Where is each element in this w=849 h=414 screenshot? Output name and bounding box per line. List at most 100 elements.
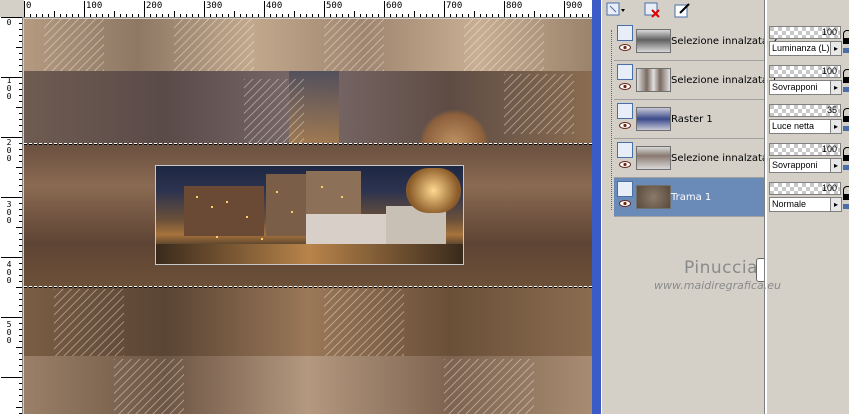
- ruler-tick: [402, 14, 403, 17]
- vertical-scrollbar[interactable]: [592, 0, 601, 414]
- new-layer-icon[interactable]: [604, 1, 626, 19]
- ruler-tick: [432, 14, 433, 17]
- ruler-tick: [19, 251, 22, 252]
- layer-row[interactable]: Raster 1: [614, 100, 765, 139]
- ruler-tick: [222, 14, 223, 17]
- ruler-tick: [354, 11, 355, 17]
- visibility-eye-icon[interactable]: [619, 83, 631, 90]
- ruler-tick: [19, 341, 22, 342]
- ruler-tick: [19, 143, 22, 144]
- ruler-tick: [504, 1, 505, 17]
- ruler-tick: [19, 239, 22, 240]
- blend-mode-arrow-icon[interactable]: ▸: [830, 197, 842, 212]
- visibility-eye-icon[interactable]: [619, 161, 631, 168]
- ruler-tick: [19, 23, 22, 24]
- opacity-slider[interactable]: 100: [769, 143, 841, 156]
- layer-name: Selezione innalzata 1: [671, 75, 778, 86]
- lock-icon: [843, 116, 849, 122]
- layer-properties: 100 Normale ▸: [766, 180, 849, 219]
- ruler-label: 4 0 0: [6, 260, 12, 285]
- group-link-icon[interactable]: [843, 165, 849, 170]
- layer-row[interactable]: Selezione innalzata 2: [614, 22, 778, 61]
- ruler-label: 100: [86, 1, 103, 11]
- delete-layer-icon[interactable]: [642, 1, 664, 19]
- visibility-eye-icon[interactable]: [619, 122, 631, 129]
- window-light: [261, 238, 263, 240]
- layer-row-selected[interactable]: Trama 1: [614, 178, 765, 217]
- blend-mode-select[interactable]: Normale: [769, 197, 831, 212]
- ruler-tick: [30, 14, 31, 17]
- ruler-tick: [19, 389, 22, 390]
- building: [184, 186, 264, 236]
- layer-type-icon: [617, 103, 633, 119]
- window-light: [341, 196, 343, 198]
- ruler-tick: [19, 89, 22, 90]
- ruler-tick: [19, 209, 22, 210]
- group-link-icon[interactable]: [843, 204, 849, 209]
- window-light: [276, 191, 278, 193]
- image-canvas[interactable]: [24, 19, 592, 414]
- layer-row[interactable]: Selezione innalzata: [614, 139, 768, 178]
- ruler-label: 0: [6, 18, 12, 27]
- ruler-tick: [186, 14, 187, 17]
- layer-properties: 100 Luminanza (L) ▸: [766, 24, 849, 63]
- ruler-tick: [78, 14, 79, 17]
- ruler-tick: [120, 14, 121, 17]
- ruler-tick: [19, 83, 22, 84]
- ruler-tick: [19, 401, 22, 402]
- blend-mode-arrow-icon[interactable]: ▸: [830, 41, 842, 56]
- blend-mode-arrow-icon[interactable]: ▸: [830, 158, 842, 173]
- ruler-tick: [546, 14, 547, 17]
- edit-mask-icon[interactable]: [672, 1, 694, 19]
- group-link-icon[interactable]: [843, 48, 849, 53]
- blend-mode-select[interactable]: Sovrapponi: [769, 158, 831, 173]
- blend-mode-select[interactable]: Luminanza (L): [769, 41, 831, 56]
- visibility-eye-icon[interactable]: [619, 44, 631, 51]
- blend-mode-arrow-icon[interactable]: ▸: [830, 80, 842, 95]
- ruler-tick: [570, 14, 571, 17]
- window-light: [291, 211, 293, 213]
- window-light: [246, 216, 248, 218]
- group-link-icon[interactable]: [843, 126, 849, 131]
- blend-mode-arrow-icon[interactable]: ▸: [830, 119, 842, 134]
- ruler-tick: [444, 1, 445, 17]
- opacity-slider[interactable]: 100: [769, 65, 841, 78]
- layer-row[interactable]: Selezione innalzata 1: [614, 61, 778, 100]
- ruler-tick: [420, 14, 421, 17]
- ruler-tick: [558, 14, 559, 17]
- ruler-label: 3 0 0: [6, 200, 12, 225]
- ruler-tick: [156, 14, 157, 17]
- ruler-label: 700: [446, 1, 463, 11]
- ruler-tick: [450, 14, 451, 17]
- ruler-tick: [372, 14, 373, 17]
- blend-mode-select[interactable]: Sovrapponi: [769, 80, 831, 95]
- ruler-tick: [19, 35, 22, 36]
- layer-name: Selezione innalzata 2: [671, 36, 778, 47]
- ruler-tick: [438, 14, 439, 17]
- ruler-tick: [19, 65, 22, 66]
- opacity-slider[interactable]: 100: [769, 182, 841, 195]
- group-link-icon[interactable]: [843, 87, 849, 92]
- opacity-slider[interactable]: 100: [769, 26, 841, 39]
- visibility-eye-icon[interactable]: [619, 200, 631, 207]
- ruler-tick: [16, 167, 22, 168]
- ruler-label: 400: [266, 1, 283, 11]
- ruler-label: 300: [206, 1, 223, 11]
- ruler-tick: [19, 329, 22, 330]
- ruler-tick: [19, 299, 22, 300]
- image-workspace: 0 100 200 300 400 500 600 700 800 900 0 …: [0, 0, 601, 414]
- stripe-pattern: [44, 19, 104, 71]
- layer-properties: 100 Sovrapponi ▸: [766, 141, 849, 180]
- ruler-label: 200: [146, 1, 163, 11]
- ruler-label: 900: [566, 1, 583, 11]
- ruler-tick: [228, 14, 229, 17]
- ruler-label: 5 0 0: [6, 320, 12, 345]
- opacity-slider[interactable]: 35: [769, 104, 841, 117]
- ruler-tick: [19, 101, 22, 102]
- ruler-tick: [66, 14, 67, 17]
- ruler-tick: [462, 14, 463, 17]
- blend-mode-select[interactable]: Luce netta: [769, 119, 831, 134]
- layer-type-icon: [617, 25, 633, 41]
- layer-thumbnail: [636, 68, 671, 92]
- ruler-tick: [19, 125, 22, 126]
